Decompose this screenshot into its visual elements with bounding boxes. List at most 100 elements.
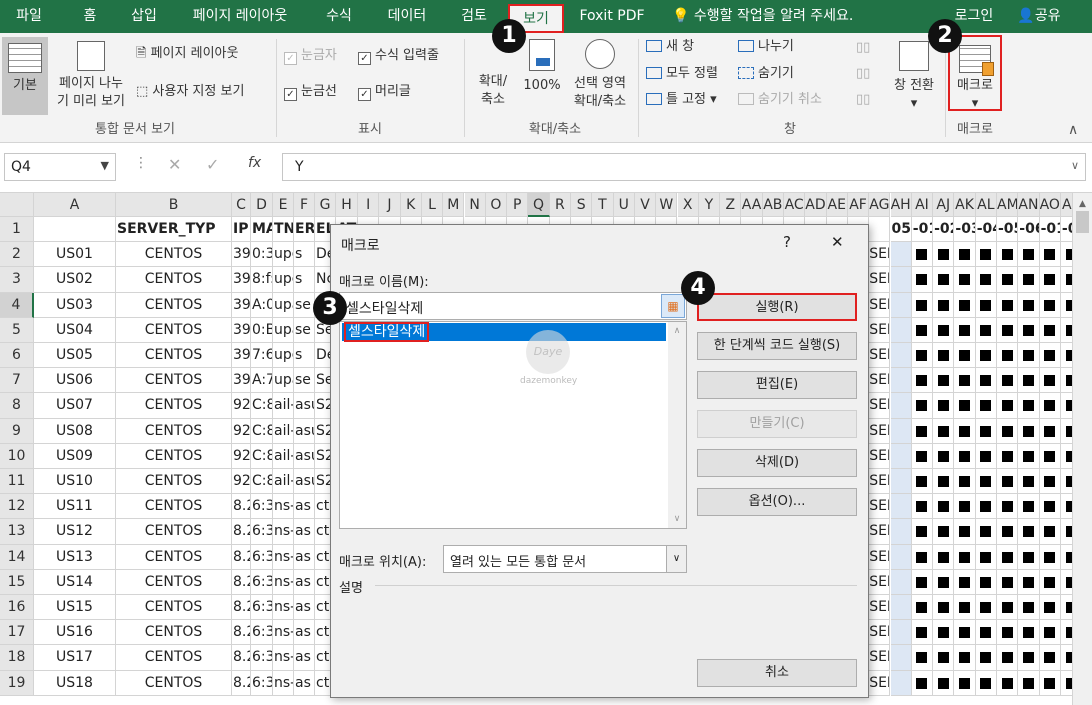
data-cell[interactable]: CENTOS (116, 544, 232, 570)
data-cell[interactable]: US13 (34, 544, 116, 570)
gridlines-checkbox[interactable]: ✓ 눈금선 (284, 83, 337, 101)
data-cell[interactable] (890, 494, 912, 520)
data-cell[interactable]: US04 (34, 317, 116, 343)
data-cell[interactable]: 8.2 (232, 569, 251, 595)
data-cell[interactable] (933, 469, 955, 495)
cancel-button[interactable]: 취소 (697, 659, 857, 687)
data-cell[interactable]: CENTOS (116, 469, 232, 495)
data-cell[interactable] (933, 519, 955, 545)
data-cell[interactable]: upa (273, 368, 294, 394)
row-header[interactable]: 2 (0, 242, 34, 268)
column-header[interactable]: Y (698, 193, 721, 217)
macro-name-picker-icon[interactable]: ▦ (661, 294, 685, 318)
confirm-entry-icon[interactable]: ✓ (206, 155, 219, 174)
row-header[interactable]: 9 (0, 418, 34, 444)
data-cell[interactable] (890, 317, 912, 343)
data-cell[interactable]: SELI (869, 670, 891, 696)
data-cell[interactable]: ail-e (273, 393, 294, 419)
column-header[interactable]: AC (784, 193, 806, 217)
custom-views-button[interactable]: ⬚ 사용자 지정 보기 (136, 83, 244, 101)
row-header[interactable]: 7 (0, 368, 34, 394)
data-cell[interactable] (997, 569, 1019, 595)
row-header[interactable]: 19 (0, 670, 34, 696)
data-cell[interactable]: SELI (869, 242, 891, 268)
data-cell[interactable]: 39.2 (232, 317, 251, 343)
data-cell[interactable]: 92. (232, 469, 251, 495)
data-cell[interactable] (911, 343, 934, 369)
freeze-panes-button[interactable]: 틀 고정 ▾ (646, 91, 717, 109)
data-cell[interactable]: US05 (34, 343, 116, 369)
data-cell[interactable]: US16 (34, 620, 116, 646)
data-cell[interactable] (954, 494, 976, 520)
column-header[interactable]: B (116, 193, 232, 217)
view-side-by-side-icon[interactable]: ▯▯ (856, 39, 870, 57)
data-cell[interactable] (890, 519, 912, 545)
data-cell[interactable] (911, 443, 934, 469)
data-cell[interactable] (890, 670, 912, 696)
column-header[interactable]: K (400, 193, 422, 217)
name-box[interactable]: Q4 ▼ (4, 153, 116, 181)
split-button[interactable]: 나누기 (738, 38, 794, 56)
column-header[interactable]: W (656, 193, 678, 217)
data-cell[interactable]: US07 (34, 393, 116, 419)
scroll-up-icon[interactable]: ∧ (668, 326, 686, 336)
header-cell[interactable]: MA (251, 217, 273, 243)
dropdown-arrow-icon[interactable]: ∨ (666, 546, 686, 572)
data-cell[interactable]: ns-e (273, 645, 294, 671)
data-cell[interactable]: US02 (34, 267, 116, 293)
data-cell[interactable]: SELI (869, 469, 891, 495)
data-cell[interactable]: CENTOS (116, 393, 232, 419)
data-cell[interactable]: US17 (34, 645, 116, 671)
column-header[interactable]: G (315, 193, 336, 217)
column-header[interactable]: AH (890, 193, 912, 217)
data-cell[interactable]: 6:3 (251, 519, 273, 545)
row-header[interactable]: 14 (0, 544, 34, 570)
data-cell[interactable]: SELI (869, 494, 891, 520)
run-button[interactable]: 실행(R) (697, 293, 857, 321)
data-cell[interactable] (1039, 494, 1061, 520)
data-cell[interactable] (1039, 368, 1061, 394)
data-cell[interactable]: US03 (34, 292, 116, 318)
data-cell[interactable]: 8.2 (232, 645, 251, 671)
column-header[interactable]: C (232, 193, 251, 217)
data-cell[interactable] (975, 368, 997, 394)
header-cell[interactable]: IP (232, 217, 251, 243)
column-header[interactable]: AE (826, 193, 848, 217)
data-cell[interactable] (954, 443, 976, 469)
data-cell[interactable] (911, 645, 934, 671)
data-cell[interactable] (975, 393, 997, 419)
data-cell[interactable] (890, 469, 912, 495)
data-cell[interactable]: US08 (34, 418, 116, 444)
data-cell[interactable] (954, 595, 976, 621)
data-cell[interactable] (911, 519, 934, 545)
data-cell[interactable]: s (294, 267, 315, 293)
row-header[interactable]: 8 (0, 393, 34, 419)
row-header[interactable]: 13 (0, 519, 34, 545)
column-header[interactable]: V (634, 193, 657, 217)
row-header[interactable]: 3 (0, 267, 34, 293)
data-cell[interactable] (890, 292, 912, 318)
data-cell[interactable]: ns-e (273, 595, 294, 621)
data-cell[interactable] (997, 645, 1019, 671)
data-cell[interactable]: 92. (232, 443, 251, 469)
data-cell[interactable] (1018, 670, 1040, 696)
data-cell[interactable]: upea (273, 267, 294, 293)
data-cell[interactable] (890, 368, 912, 394)
data-cell[interactable] (997, 519, 1019, 545)
header-cell[interactable] (869, 217, 891, 243)
data-cell[interactable] (911, 595, 934, 621)
data-cell[interactable]: SELI (869, 620, 891, 646)
data-cell[interactable] (890, 443, 912, 469)
headings-checkbox[interactable]: ✓ 머리글 (358, 83, 411, 101)
column-header[interactable]: AI (911, 193, 934, 217)
data-cell[interactable] (933, 418, 955, 444)
data-cell[interactable] (954, 267, 976, 293)
data-cell[interactable]: US12 (34, 519, 116, 545)
data-cell[interactable] (1018, 368, 1040, 394)
tab-page-layout[interactable]: 페이지 레이아웃 (180, 0, 300, 33)
column-header[interactable]: U (613, 193, 635, 217)
data-cell[interactable] (911, 368, 934, 394)
data-cell[interactable] (890, 620, 912, 646)
data-cell[interactable] (933, 393, 955, 419)
data-cell[interactable]: 39.2 (232, 267, 251, 293)
